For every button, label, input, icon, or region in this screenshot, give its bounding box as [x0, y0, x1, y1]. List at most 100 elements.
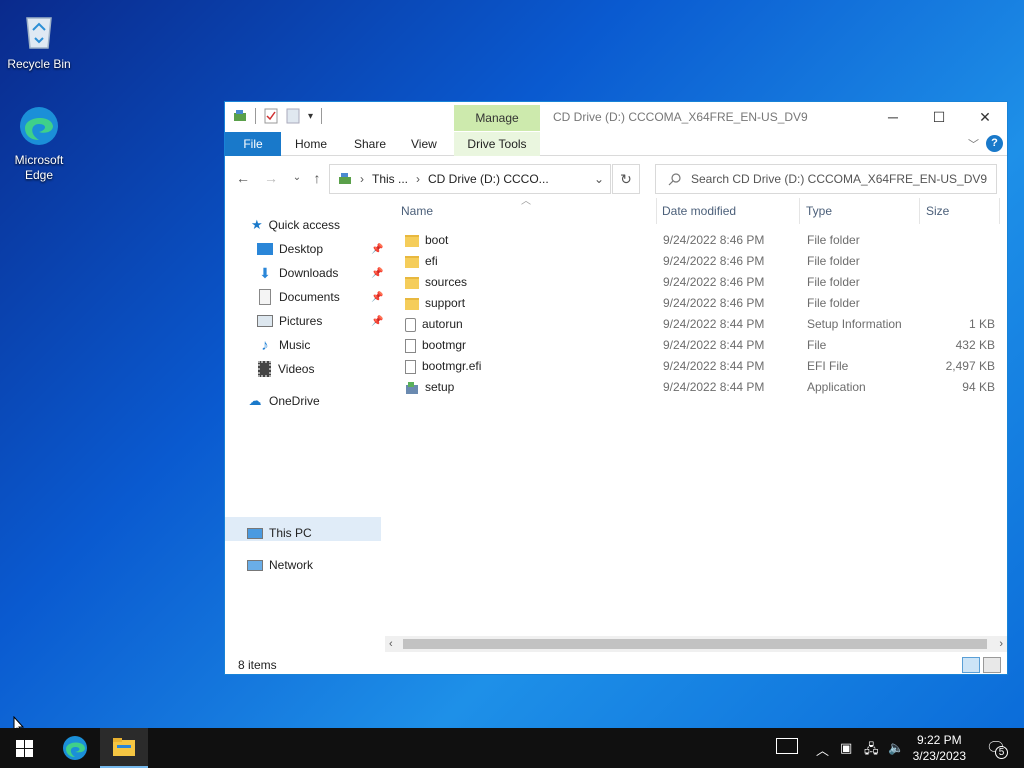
sidebar-item-this-pc[interactable]: This PC [247, 521, 312, 545]
file-explorer-window: ▾ Manage CD Drive (D:) CCCOMA_X64FRE_EN-… [224, 101, 1008, 675]
drive-icon [339, 173, 351, 184]
folder-icon [405, 276, 419, 289]
large-icons-view-icon[interactable] [983, 657, 1001, 673]
breadcrumb-separator-icon: › [416, 172, 421, 186]
sidebar-item-network[interactable]: Network [247, 553, 313, 577]
table-row[interactable]: bootmgr 9/24/2022 8:44 PM File 432 KB [405, 335, 995, 356]
drive-icon[interactable] [233, 108, 247, 124]
column-divider[interactable] [656, 198, 657, 224]
table-row[interactable]: efi 9/24/2022 8:46 PM File folder [405, 251, 995, 272]
desktop-icon [257, 243, 273, 255]
sidebar-item-downloads[interactable]: ⬇ Downloads 📌 [257, 261, 383, 285]
file-date: 9/24/2022 8:46 PM [663, 233, 765, 247]
windows-logo-icon [15, 739, 33, 757]
scroll-left-icon[interactable]: ‹ [389, 636, 393, 652]
file-type: EFI File [807, 359, 849, 373]
column-divider[interactable] [919, 198, 920, 224]
address-dropdown-icon[interactable]: ⌄ [594, 172, 604, 186]
taskbar-edge-button[interactable] [50, 728, 100, 768]
sort-arrow-icon: ︿ [521, 196, 531, 207]
scroll-right-icon[interactable]: › [999, 636, 1003, 652]
table-row[interactable]: support 9/24/2022 8:46 PM File folder [405, 293, 995, 314]
breadcrumb-cd-drive[interactable]: CD Drive (D:) CCCO... [428, 172, 549, 186]
column-header-date[interactable]: Date modified [662, 198, 736, 224]
column-divider[interactable] [799, 198, 800, 224]
file-type: Application [807, 380, 866, 394]
action-center-button[interactable]: 🗨 5 [976, 728, 1016, 768]
network-tray-icon[interactable]: 🖧 [864, 740, 879, 762]
setup-app-icon [406, 381, 418, 394]
refresh-button[interactable]: ↻ [612, 164, 640, 194]
recent-locations-icon[interactable]: ⌄ [287, 168, 307, 188]
sidebar-item-label: OneDrive [269, 394, 320, 408]
tab-drive-tools[interactable]: Drive Tools [454, 132, 540, 156]
sidebar-item-music[interactable]: ♪ Music [257, 333, 310, 357]
desktop-icon-edge[interactable]: Microsoft Edge [1, 104, 77, 183]
file-name: sources [425, 275, 468, 289]
column-divider[interactable] [999, 198, 1000, 224]
file-name: bootmgr.efi [422, 359, 482, 373]
tab-view[interactable]: View [411, 132, 437, 156]
file-explorer-icon [113, 738, 135, 756]
tab-file[interactable]: File [225, 132, 281, 156]
desktop-icon-recycle-bin[interactable]: Recycle Bin [1, 8, 77, 72]
system-clock[interactable]: 9:22 PM 3/23/2023 [913, 732, 966, 764]
sidebar-item-label: Downloads [279, 266, 339, 280]
toolbar-divider [255, 108, 256, 124]
recycle-bin-icon [26, 17, 52, 49]
column-header-type[interactable]: Type [806, 198, 832, 224]
volume-muted-icon[interactable]: 🔈 [888, 740, 904, 756]
sidebar-item-label: Pictures [279, 314, 323, 328]
sidebar-item-quick-access[interactable]: ★ Quick access [251, 213, 340, 237]
new-folder-icon[interactable] [286, 108, 300, 124]
back-arrow-icon[interactable]: ← [233, 168, 253, 188]
sidebar-item-onedrive[interactable]: ☁ OneDrive [247, 389, 320, 413]
table-row[interactable]: autorun 9/24/2022 8:44 PM Setup Informat… [405, 314, 995, 335]
sidebar-item-desktop[interactable]: Desktop 📌 [257, 237, 383, 261]
column-header-size[interactable]: Size [926, 198, 949, 224]
table-row[interactable]: bootmgr.efi 9/24/2022 8:44 PM EFI File 2… [405, 356, 995, 377]
scrollbar-thumb[interactable] [403, 639, 987, 649]
properties-icon[interactable] [264, 108, 278, 124]
expand-ribbon-icon[interactable]: ﹀ [968, 136, 979, 152]
notification-count: 5 [995, 746, 1008, 759]
show-hidden-icons-chevron-icon[interactable]: ︿ [816, 740, 829, 759]
sidebar-item-label: Desktop [279, 242, 324, 256]
file-type: File folder [807, 233, 860, 247]
file-date: 9/24/2022 8:46 PM [663, 275, 765, 289]
search-input[interactable]: Search CD Drive (D:) CCCOMA_X64FRE_EN-US… [655, 164, 997, 194]
sidebar-item-label: Videos [278, 362, 315, 376]
sidebar-item-label: This PC [269, 526, 312, 540]
tab-home[interactable]: Home [295, 132, 327, 156]
maximize-button[interactable]: ☐ [916, 102, 962, 132]
tab-share[interactable]: Share [354, 132, 386, 156]
edge-icon [63, 736, 87, 760]
up-arrow-icon[interactable]: ↑ [307, 168, 327, 188]
close-button[interactable]: ✕ [962, 102, 1008, 132]
sidebar-item-videos[interactable]: Videos [257, 357, 314, 381]
start-button[interactable] [0, 728, 48, 768]
customize-qat-icon[interactable]: ▾ [308, 111, 313, 122]
taskbar: ︿ ▣ 🖧 🔈 9:22 PM 3/23/2023 🗨 5 [0, 728, 1024, 768]
forward-arrow-icon[interactable]: → [261, 168, 281, 188]
table-row[interactable]: sources 9/24/2022 8:46 PM File folder [405, 272, 995, 293]
pictures-icon [257, 315, 273, 327]
news-widget-icon[interactable] [776, 738, 798, 754]
table-row[interactable]: setup 9/24/2022 8:44 PM Application 94 K… [405, 377, 995, 398]
details-view-icon[interactable] [962, 657, 980, 673]
taskbar-file-explorer-button[interactable] [100, 728, 148, 768]
help-button[interactable]: ? [986, 135, 1003, 152]
network-icon [247, 559, 263, 571]
tab-manage[interactable]: Manage [454, 105, 540, 131]
sidebar-item-documents[interactable]: Documents 📌 [257, 285, 383, 309]
table-row[interactable]: boot 9/24/2022 8:46 PM File folder [405, 230, 995, 251]
minimize-button[interactable]: ─ [870, 102, 916, 132]
sidebar-item-pictures[interactable]: Pictures 📌 [257, 309, 383, 333]
meet-now-icon[interactable]: ▣ [840, 740, 852, 756]
folder-icon [405, 234, 419, 247]
column-header-name[interactable]: Name [401, 198, 433, 224]
horizontal-scrollbar[interactable]: ‹ › [385, 636, 1007, 652]
address-bar[interactable]: › This ... › CD Drive (D:) CCCO... ⌄ [329, 164, 611, 194]
file-date: 9/24/2022 8:46 PM [663, 254, 765, 268]
breadcrumb-this-pc[interactable]: This ... [372, 172, 408, 186]
